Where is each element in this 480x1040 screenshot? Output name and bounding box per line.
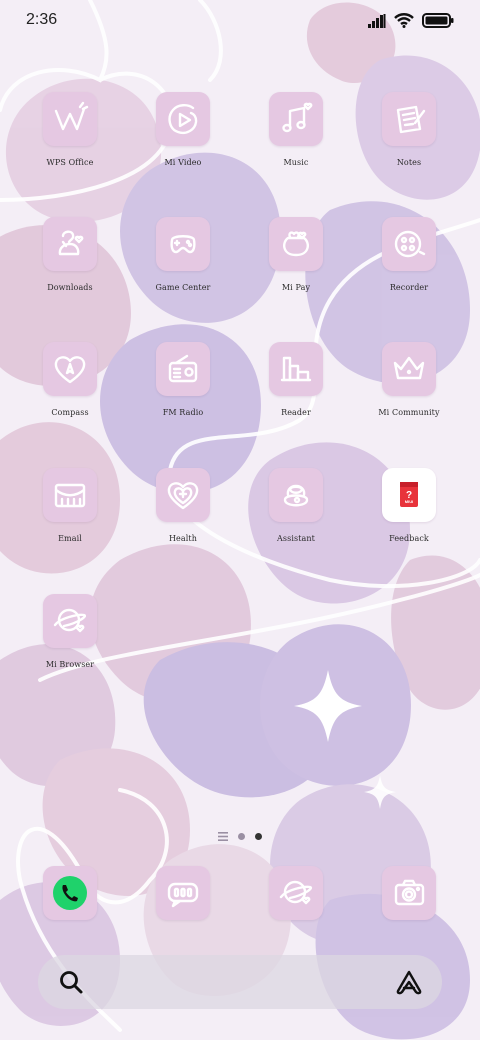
app-label: Downloads <box>47 283 93 292</box>
app-label: Email <box>58 534 82 543</box>
app-notes[interactable]: Notes <box>353 92 465 167</box>
status-time: 2:36 <box>26 11 58 28</box>
page-indicator[interactable] <box>0 830 480 842</box>
dock-messaging[interactable] <box>127 866 239 920</box>
app-label: FM Radio <box>162 408 204 417</box>
app-email[interactable]: Email <box>14 468 126 543</box>
downloads-icon[interactable] <box>43 217 97 271</box>
camera-icon[interactable] <box>382 866 436 920</box>
app-label: Notes <box>396 158 422 167</box>
app-reader[interactable]: Reader <box>240 342 352 417</box>
app-label: Mi Pay <box>281 283 311 292</box>
app-label: Reader <box>281 408 311 417</box>
app-downloads[interactable]: Downloads <box>14 217 126 292</box>
app-label: Recorder <box>389 283 429 292</box>
status-bar: 2:36 <box>0 0 480 44</box>
health-icon[interactable] <box>156 468 210 522</box>
messaging-icon[interactable] <box>156 866 210 920</box>
wifi-icon <box>394 13 414 28</box>
dock-camera[interactable] <box>353 866 465 920</box>
browser-icon[interactable] <box>269 866 323 920</box>
mi-pay-icon[interactable] <box>269 217 323 271</box>
assistant-a-icon[interactable] <box>394 969 424 995</box>
page-dot-1[interactable] <box>238 832 245 840</box>
status-icons <box>368 13 454 28</box>
app-label: Mi Browser <box>45 660 95 669</box>
battery-icon <box>422 13 454 28</box>
mi-video-icon[interactable] <box>156 92 210 146</box>
app-fm-radio[interactable]: FM Radio <box>127 342 239 417</box>
compass-icon[interactable] <box>43 342 97 396</box>
email-icon[interactable] <box>43 468 97 522</box>
fm-radio-icon[interactable] <box>156 342 210 396</box>
app-mi-community[interactable]: Mi Community <box>353 342 465 417</box>
app-label: Mi Community <box>378 408 440 417</box>
dock-browser[interactable] <box>240 866 352 920</box>
mi-community-icon[interactable] <box>382 342 436 396</box>
app-health[interactable]: Health <box>127 468 239 543</box>
app-recorder[interactable]: Recorder <box>353 217 465 292</box>
reader-icon[interactable] <box>269 342 323 396</box>
app-label: Music <box>283 158 309 167</box>
page-dot-2-active[interactable] <box>255 832 262 840</box>
app-label: Mi Video <box>164 158 202 167</box>
phone-icon[interactable] <box>43 866 97 920</box>
app-label: Assistant <box>277 534 315 543</box>
app-label: Game Center <box>155 283 211 292</box>
music-icon[interactable] <box>269 92 323 146</box>
search-bar[interactable] <box>38 955 442 1009</box>
app-label: Feedback <box>389 534 429 543</box>
app-wps-office[interactable]: WPS Office <box>14 92 126 167</box>
app-compass[interactable]: Compass <box>14 342 126 417</box>
recorder-icon[interactable] <box>382 217 436 271</box>
app-label: Health <box>168 534 197 543</box>
feedback-badge: MIUI <box>404 499 414 504</box>
notes-icon[interactable] <box>382 92 436 146</box>
game-center-icon[interactable] <box>156 217 210 271</box>
mi-browser-icon[interactable] <box>43 594 97 648</box>
app-label: WPS Office <box>46 158 94 167</box>
app-mi-video[interactable]: Mi Video <box>127 92 239 167</box>
app-feedback[interactable]: ? MIUI Feedback <box>353 468 465 543</box>
app-drawer-lines-icon[interactable] <box>218 831 228 841</box>
assistant-icon[interactable] <box>269 468 323 522</box>
app-game-center[interactable]: Game Center <box>127 217 239 292</box>
app-label: Compass <box>51 408 89 417</box>
app-mi-browser[interactable]: Mi Browser <box>14 594 126 669</box>
search-icon[interactable] <box>58 969 84 995</box>
signal-icon <box>368 13 386 28</box>
app-music[interactable]: Music <box>240 92 352 167</box>
wps-office-icon[interactable] <box>43 92 97 146</box>
app-assistant[interactable]: Assistant <box>240 468 352 543</box>
feedback-icon[interactable]: ? MIUI <box>382 468 436 522</box>
dock-phone[interactable] <box>14 866 126 920</box>
app-mi-pay[interactable]: Mi Pay <box>240 217 352 292</box>
